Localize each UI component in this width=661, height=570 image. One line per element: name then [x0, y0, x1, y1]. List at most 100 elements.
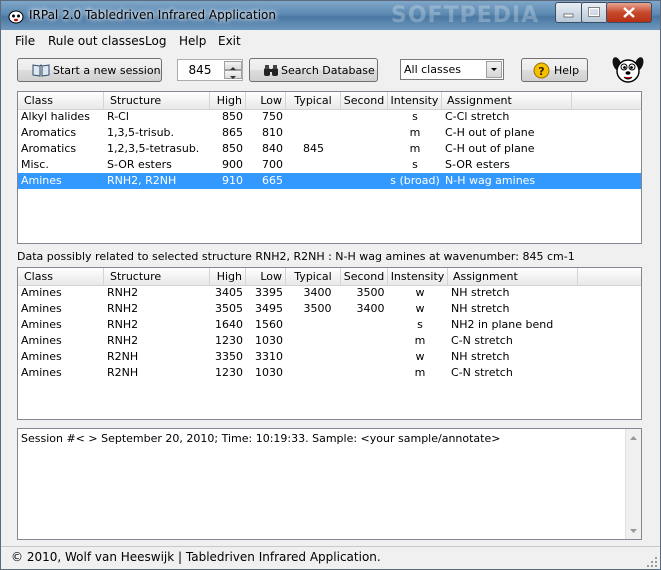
dropdown-button[interactable] [486, 61, 502, 78]
cell-assignment: NH stretch [451, 302, 510, 315]
menu-file[interactable]: File [15, 34, 35, 48]
memo-scrollbar[interactable] [625, 429, 641, 539]
arrow-down-icon [230, 76, 236, 79]
cell-assignment: C-H out of plane [445, 126, 535, 139]
cell-assignment: S-OR esters [445, 158, 510, 171]
menu-exit[interactable]: Exit [218, 34, 241, 48]
related-table-header: Class Structure High Low Typical Second … [18, 268, 641, 286]
minimize-icon [563, 13, 574, 18]
cell-low: 3395 [255, 286, 283, 299]
table-row[interactable]: Alkyl halides R-Cl 850 750 s C-Cl stretch [18, 109, 641, 125]
cell-high: 850 [222, 110, 243, 123]
col-low[interactable]: Low [246, 92, 286, 109]
table-row[interactable]: Aromatics 1,2,3,5-tetrasub. 850 840 845 m C-H … [18, 141, 641, 157]
cell-intensity: s [412, 110, 418, 123]
col-second[interactable]: Second [341, 92, 388, 109]
session-log-text: Session #< > September 20, 2010; Time: 1… [21, 432, 501, 445]
table-row[interactable]: Amines RNH2 3505 3495 3500 3400 w NH stretch [18, 301, 641, 317]
cell-class: Amines [21, 350, 62, 363]
maximize-button[interactable] [581, 2, 608, 23]
cell-intensity: s [412, 158, 418, 171]
related-data-caption: Data possibly related to selected struct… [17, 250, 575, 263]
title-bar[interactable]: IRPal 2.0 Tabledriven Infrared Applicati… [1, 1, 660, 30]
cell-structure: 1,2,3,5-tetrasub. [107, 142, 200, 155]
cell-structure: RNH2 [107, 334, 139, 347]
cell-intensity: m [414, 334, 426, 347]
cell-intensity: w [415, 286, 425, 299]
table-row[interactable]: Amines RNH2 1640 1560 s NH2 in plane bend [18, 317, 641, 333]
cell-high: 910 [222, 174, 243, 187]
book-icon [32, 64, 50, 77]
cell-low: 1030 [255, 334, 283, 347]
cell-assignment: NH stretch [451, 350, 510, 363]
status-bar: © 2010, Wolf van Heeswijk | Tabledriven … [1, 546, 660, 570]
cell-class: Amines [21, 366, 62, 379]
menu-rule-out-classes[interactable]: Rule out classes [48, 34, 145, 48]
col-intensity[interactable]: Intensity [388, 92, 442, 109]
cell-intensity: m [409, 126, 421, 139]
cell-low: 700 [262, 158, 283, 171]
cell-high: 3405 [215, 286, 243, 299]
cell-low: 3495 [255, 302, 283, 315]
scroll-up-icon[interactable] [629, 432, 638, 442]
scroll-down-icon[interactable] [629, 526, 638, 536]
table-row[interactable]: Amines RNH2 3405 3395 3400 3500 w NH stretch [18, 285, 641, 301]
cell-structure: RNH2, R2NH [107, 174, 177, 187]
related-table[interactable]: Class Structure High Low Typical Second … [17, 267, 642, 420]
menu-log[interactable]: Log [145, 34, 166, 48]
cell-assignment: C-H out of plane [445, 142, 535, 155]
cell-assignment: C-N stretch [451, 334, 513, 347]
cell-class: Amines [21, 318, 62, 331]
close-button[interactable] [606, 2, 652, 23]
col-typical[interactable]: Typical [286, 268, 341, 285]
col-high[interactable]: High [210, 92, 246, 109]
table-row[interactable]: Amines RNH2, R2NH 910 665 s (broad) N-H wag a… [18, 173, 641, 189]
cell-high: 850 [222, 142, 243, 155]
start-session-button[interactable]: Start a new session [17, 58, 162, 82]
menu-help[interactable]: Help [179, 34, 206, 48]
col-structure[interactable]: Structure [104, 268, 210, 285]
svg-text:?: ? [538, 65, 544, 78]
cell-high: 1230 [215, 334, 243, 347]
col-typical[interactable]: Typical [286, 92, 341, 109]
spin-down-button[interactable] [224, 70, 242, 79]
binoculars-icon [264, 65, 278, 76]
results-table[interactable]: Class Structure High Low Typical Second … [17, 91, 642, 244]
wavenumber-spinner[interactable] [177, 59, 243, 81]
cell-structure: R2NH [107, 350, 139, 363]
table-row[interactable]: Misc. S-OR esters 900 700 s S-OR esters [18, 157, 641, 173]
cell-high: 900 [222, 158, 243, 171]
col-intensity[interactable]: Instensity [388, 268, 448, 285]
table-row[interactable]: Amines R2NH 3350 3310 w NH stretch [18, 349, 641, 365]
status-text: © 2010, Wolf van Heeswijk | Tabledriven … [11, 550, 381, 564]
help-button[interactable]: ? Help [521, 58, 588, 82]
col-assignment[interactable]: Assignment [442, 92, 572, 109]
col-class[interactable]: Class [18, 268, 104, 285]
cell-typical: 3400 [303, 286, 332, 299]
col-assignment[interactable]: Assignment [448, 268, 578, 285]
search-database-button[interactable]: Search Database [249, 58, 378, 82]
cell-high: 865 [222, 126, 243, 139]
cell-assignment: C-Cl stretch [445, 110, 510, 123]
cell-low: 840 [262, 142, 283, 155]
col-high[interactable]: High [210, 268, 246, 285]
cell-assignment: N-H wag amines [445, 174, 536, 187]
cell-class: Amines [21, 174, 62, 187]
wavenumber-input[interactable] [180, 62, 220, 77]
cell-low: 1560 [255, 318, 283, 331]
table-row[interactable]: Amines RNH2 1230 1030 m C-N stretch [18, 333, 641, 349]
spin-up-button[interactable] [224, 61, 242, 70]
maximize-icon [588, 7, 600, 17]
col-second[interactable]: Second [341, 268, 388, 285]
cell-typical: 845 [303, 142, 324, 155]
col-class[interactable]: Class [18, 92, 104, 109]
col-low[interactable]: Low [246, 268, 286, 285]
col-structure[interactable]: Structure [104, 92, 210, 109]
table-row[interactable]: Aromatics 1,3,5-trisub. 865 810 m C-H out of … [18, 125, 641, 141]
class-filter-select[interactable]: All classes [400, 59, 504, 80]
cell-intensity: m [414, 366, 426, 379]
session-log-memo[interactable]: Session #< > September 20, 2010; Time: 1… [17, 428, 642, 540]
resize-grip-icon[interactable] [646, 556, 658, 568]
table-row[interactable]: Amines R2NH 1230 1030 m C-N stretch [18, 365, 641, 381]
minimize-button[interactable] [555, 2, 583, 23]
